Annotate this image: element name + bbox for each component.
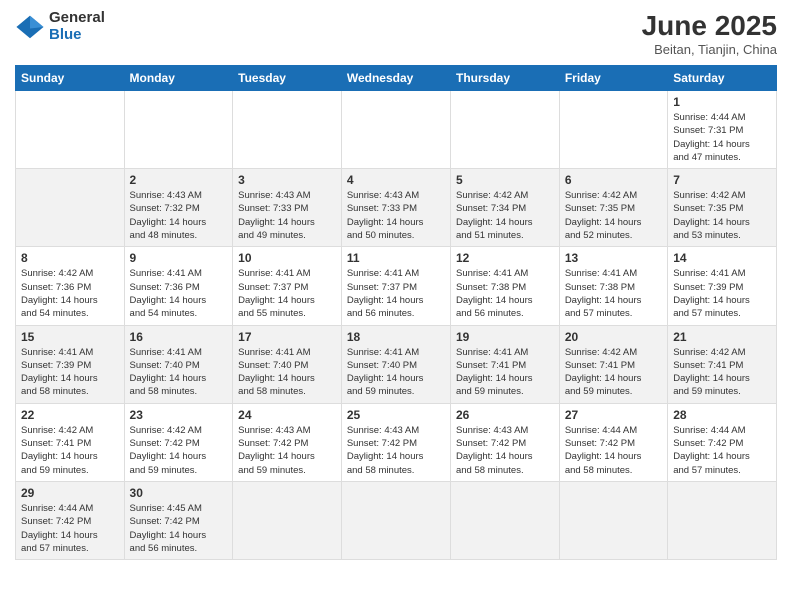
calendar-day-29: 29Sunrise: 4:44 AM Sunset: 7:42 PM Dayli… bbox=[16, 481, 125, 559]
calendar-day-23: 23Sunrise: 4:42 AM Sunset: 7:42 PM Dayli… bbox=[124, 403, 233, 481]
logo: General Blue bbox=[15, 10, 105, 43]
empty-cell bbox=[233, 91, 342, 169]
calendar-day-15: 15Sunrise: 4:41 AM Sunset: 7:39 PM Dayli… bbox=[16, 325, 125, 403]
empty-cell bbox=[341, 481, 450, 559]
calendar-day-2: 2Sunrise: 4:43 AM Sunset: 7:32 PM Daylig… bbox=[124, 169, 233, 247]
calendar-day-21: 21Sunrise: 4:42 AM Sunset: 7:41 PM Dayli… bbox=[668, 325, 777, 403]
page: General Blue June 2025 Beitan, Tianjin, … bbox=[0, 0, 792, 612]
empty-cell bbox=[16, 169, 125, 247]
calendar-day-9: 9Sunrise: 4:41 AM Sunset: 7:36 PM Daylig… bbox=[124, 247, 233, 325]
calendar-day-14: 14Sunrise: 4:41 AM Sunset: 7:39 PM Dayli… bbox=[668, 247, 777, 325]
calendar-day-12: 12Sunrise: 4:41 AM Sunset: 7:38 PM Dayli… bbox=[450, 247, 559, 325]
subtitle: Beitan, Tianjin, China bbox=[642, 42, 777, 57]
calendar-header-monday: Monday bbox=[124, 66, 233, 91]
calendar-header-tuesday: Tuesday bbox=[233, 66, 342, 91]
calendar-day-1: 1Sunrise: 4:44 AM Sunset: 7:31 PM Daylig… bbox=[668, 91, 777, 169]
calendar-day-3: 3Sunrise: 4:43 AM Sunset: 7:33 PM Daylig… bbox=[233, 169, 342, 247]
calendar-header-wednesday: Wednesday bbox=[341, 66, 450, 91]
calendar-table: SundayMondayTuesdayWednesdayThursdayFrid… bbox=[15, 65, 777, 560]
calendar-day-11: 11Sunrise: 4:41 AM Sunset: 7:37 PM Dayli… bbox=[341, 247, 450, 325]
empty-cell bbox=[124, 91, 233, 169]
logo-blue-text: Blue bbox=[49, 27, 105, 44]
header: General Blue June 2025 Beitan, Tianjin, … bbox=[15, 10, 777, 57]
calendar-header-row: SundayMondayTuesdayWednesdayThursdayFrid… bbox=[16, 66, 777, 91]
calendar-day-26: 26Sunrise: 4:43 AM Sunset: 7:42 PM Dayli… bbox=[450, 403, 559, 481]
calendar-day-10: 10Sunrise: 4:41 AM Sunset: 7:37 PM Dayli… bbox=[233, 247, 342, 325]
calendar-day-27: 27Sunrise: 4:44 AM Sunset: 7:42 PM Dayli… bbox=[559, 403, 667, 481]
empty-cell bbox=[450, 91, 559, 169]
calendar-header-sunday: Sunday bbox=[16, 66, 125, 91]
title-block: June 2025 Beitan, Tianjin, China bbox=[642, 10, 777, 57]
empty-cell bbox=[341, 91, 450, 169]
calendar-day-4: 4Sunrise: 4:43 AM Sunset: 7:33 PM Daylig… bbox=[341, 169, 450, 247]
empty-cell bbox=[668, 481, 777, 559]
logo-general-text: General bbox=[49, 10, 105, 27]
empty-cell bbox=[559, 91, 667, 169]
calendar-day-30: 30Sunrise: 4:45 AM Sunset: 7:42 PM Dayli… bbox=[124, 481, 233, 559]
calendar-day-17: 17Sunrise: 4:41 AM Sunset: 7:40 PM Dayli… bbox=[233, 325, 342, 403]
calendar-header-thursday: Thursday bbox=[450, 66, 559, 91]
calendar-day-18: 18Sunrise: 4:41 AM Sunset: 7:40 PM Dayli… bbox=[341, 325, 450, 403]
empty-cell bbox=[450, 481, 559, 559]
calendar-day-6: 6Sunrise: 4:42 AM Sunset: 7:35 PM Daylig… bbox=[559, 169, 667, 247]
calendar-day-5: 5Sunrise: 4:42 AM Sunset: 7:34 PM Daylig… bbox=[450, 169, 559, 247]
logo-text: General Blue bbox=[49, 10, 105, 43]
calendar-day-19: 19Sunrise: 4:41 AM Sunset: 7:41 PM Dayli… bbox=[450, 325, 559, 403]
calendar-day-22: 22Sunrise: 4:42 AM Sunset: 7:41 PM Dayli… bbox=[16, 403, 125, 481]
logo-icon bbox=[15, 12, 45, 42]
empty-cell bbox=[233, 481, 342, 559]
calendar-day-24: 24Sunrise: 4:43 AM Sunset: 7:42 PM Dayli… bbox=[233, 403, 342, 481]
empty-cell bbox=[16, 91, 125, 169]
calendar-day-28: 28Sunrise: 4:44 AM Sunset: 7:42 PM Dayli… bbox=[668, 403, 777, 481]
calendar-day-7: 7Sunrise: 4:42 AM Sunset: 7:35 PM Daylig… bbox=[668, 169, 777, 247]
calendar-header-friday: Friday bbox=[559, 66, 667, 91]
main-title: June 2025 bbox=[642, 10, 777, 42]
calendar-header-saturday: Saturday bbox=[668, 66, 777, 91]
empty-cell bbox=[559, 481, 667, 559]
calendar-day-13: 13Sunrise: 4:41 AM Sunset: 7:38 PM Dayli… bbox=[559, 247, 667, 325]
calendar-day-25: 25Sunrise: 4:43 AM Sunset: 7:42 PM Dayli… bbox=[341, 403, 450, 481]
calendar-day-20: 20Sunrise: 4:42 AM Sunset: 7:41 PM Dayli… bbox=[559, 325, 667, 403]
calendar-day-8: 8Sunrise: 4:42 AM Sunset: 7:36 PM Daylig… bbox=[16, 247, 125, 325]
calendar-day-16: 16Sunrise: 4:41 AM Sunset: 7:40 PM Dayli… bbox=[124, 325, 233, 403]
